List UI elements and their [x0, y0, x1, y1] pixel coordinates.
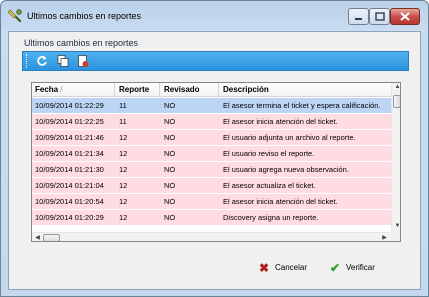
scroll-up-icon[interactable]: ▲ [393, 84, 400, 90]
cell-reporte: 12 [119, 197, 128, 206]
table-row[interactable]: 10/09/2014 01:21:34 12 NO El usuario rev… [32, 146, 391, 161]
cancel-button[interactable]: ✖ Cancelar [259, 259, 319, 277]
table-row[interactable]: 10/09/2014 01:21:46 12 NO El usuario adj… [32, 130, 391, 145]
app-icon [7, 9, 22, 23]
maximize-icon [375, 12, 385, 21]
dialog-window: Ultimos cambios en reportes Ultimos camb… [0, 0, 429, 297]
column-header-revisado[interactable]: Revisado [161, 83, 219, 97]
cell-reporte: 12 [119, 181, 128, 190]
column-label-fecha: Fecha [35, 85, 59, 94]
group-title: Ultimos cambios en reportes [24, 38, 139, 48]
vertical-scrollbar[interactable]: ▲ ▼ [391, 83, 400, 232]
cell-fecha: 10/09/2014 01:20:54 [35, 197, 104, 206]
column-header-descripcion[interactable]: Descripción [220, 83, 391, 97]
cell-revisado: NO [164, 101, 176, 110]
cell-revisado: NO [164, 133, 176, 142]
cell-reporte: 12 [119, 149, 128, 158]
table-row[interactable]: 10/09/2014 01:22:29 11 NO El asesor term… [32, 98, 391, 113]
cell-descripcion: El usuario reviso el reporte. [223, 149, 315, 158]
table-row[interactable]: 10/09/2014 01:21:04 12 NO El asesor actu… [32, 178, 391, 193]
sort-indicator-icon: / [60, 85, 63, 94]
scroll-left-icon[interactable]: ◀ [33, 234, 42, 241]
horizontal-scrollbar[interactable]: ◀ ▶ [32, 232, 391, 241]
scroll-down-icon[interactable]: ▼ [393, 223, 400, 229]
toolbar [22, 51, 409, 71]
title-bar[interactable]: Ultimos cambios en reportes [1, 1, 428, 31]
verify-button[interactable]: ✔ Verificar [330, 259, 390, 277]
maximize-button[interactable] [369, 8, 390, 25]
cell-reporte: 12 [119, 213, 128, 222]
window-title: Ultimos cambios en reportes [27, 11, 142, 21]
close-button[interactable] [390, 8, 420, 25]
table-row[interactable]: 10/09/2014 01:22:25 11 NO El asesor inic… [32, 114, 391, 129]
toolbar-grip [26, 54, 29, 68]
cell-reporte: 12 [119, 165, 128, 174]
table-header: Fecha / Reporte Revisado Descripción [32, 83, 391, 97]
cell-descripcion: El asesor inicia atención del ticket. [223, 197, 338, 206]
scrollbar-corner [391, 232, 400, 241]
cell-fecha: 10/09/2014 01:21:34 [35, 149, 104, 158]
cell-fecha: 10/09/2014 01:22:25 [35, 117, 104, 126]
horizontal-scroll-thumb[interactable] [43, 234, 60, 241]
vertical-scroll-thumb[interactable] [393, 95, 400, 108]
cell-reporte: 11 [119, 117, 127, 126]
cell-fecha: 10/09/2014 01:20:29 [35, 213, 104, 222]
cancel-label: Cancelar [275, 263, 308, 272]
cell-fecha: 10/09/2014 01:22:29 [35, 101, 104, 110]
cell-fecha: 10/09/2014 01:21:04 [35, 181, 104, 190]
cell-revisado: NO [164, 181, 176, 190]
minimize-button[interactable] [348, 8, 369, 25]
cell-revisado: NO [164, 117, 176, 126]
cell-revisado: NO [164, 165, 176, 174]
cell-fecha: 10/09/2014 01:21:46 [35, 133, 104, 142]
table-row[interactable]: 10/09/2014 01:21:30 12 NO El usuario agr… [32, 162, 391, 177]
cell-revisado: NO [164, 213, 176, 222]
close-icon [400, 12, 410, 21]
cell-revisado: NO [164, 197, 176, 206]
minimize-icon [355, 18, 362, 20]
checkmark-icon: ✔ [330, 261, 341, 275]
copy-icon[interactable] [56, 54, 70, 68]
scroll-right-icon[interactable]: ▶ [380, 234, 389, 241]
cell-descripcion: El asesor termina el ticket y espera cal… [223, 101, 381, 110]
column-header-fecha[interactable]: Fecha / [32, 83, 115, 97]
cell-reporte: 11 [119, 101, 127, 110]
export-icon[interactable] [76, 54, 90, 68]
cell-descripcion: El usuario agrega nueva observación. [223, 165, 349, 174]
cell-descripcion: Discovery asigna un reporte. [223, 213, 319, 222]
cell-descripcion: El asesor actualiza el ticket. [223, 181, 316, 190]
table-row[interactable]: 10/09/2014 01:20:29 12 NO Discovery asig… [32, 210, 391, 225]
cell-fecha: 10/09/2014 01:21:30 [35, 165, 104, 174]
cell-revisado: NO [164, 149, 176, 158]
x-icon: ✖ [259, 261, 270, 275]
table-row[interactable]: 10/09/2014 01:20:54 12 NO El asesor inic… [32, 194, 391, 209]
cell-descripcion: El usuario adjunta un archivo al reporte… [223, 133, 356, 142]
refresh-icon[interactable] [35, 54, 49, 68]
column-header-reporte[interactable]: Reporte [116, 83, 160, 97]
verify-label: Verificar [346, 263, 375, 272]
cell-descripcion: El asesor inicia atención del ticket. [223, 117, 338, 126]
changes-table[interactable]: Fecha / Reporte Revisado Descripción 10/0… [31, 82, 401, 242]
dialog-content: Ultimos cambios en reportes Fecha / Repor… [8, 31, 421, 290]
cell-reporte: 12 [119, 133, 128, 142]
